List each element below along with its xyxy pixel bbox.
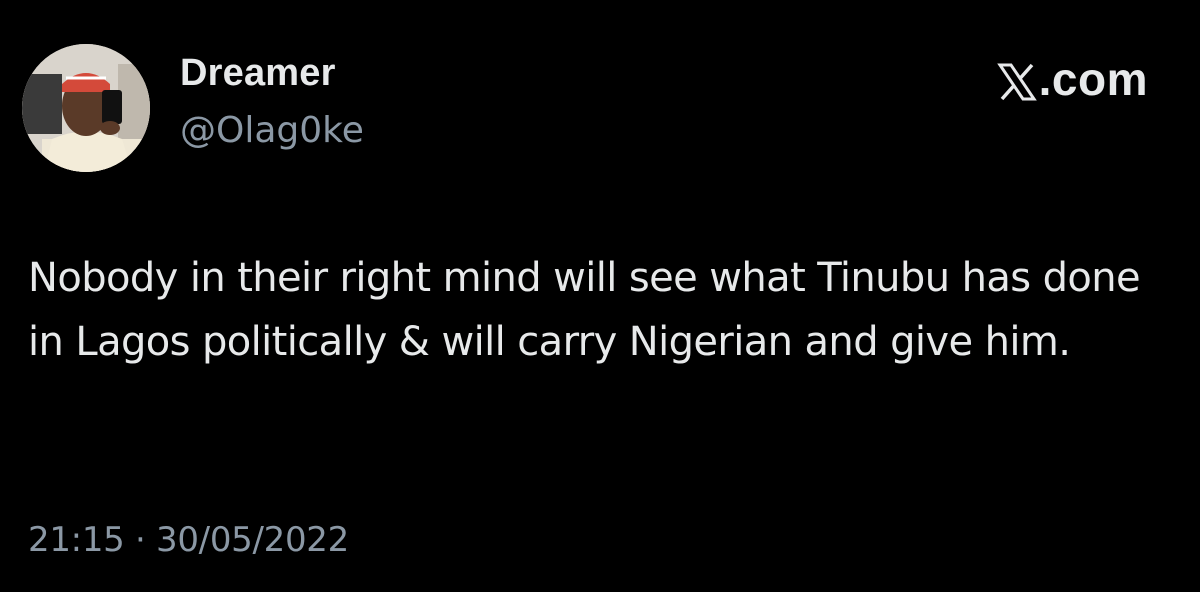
tweet-card: Dreamer @Olag0ke .com Nobody in their ri… xyxy=(0,0,1200,592)
tweet-text: Nobody in their right mind will see what… xyxy=(28,255,1141,365)
display-name[interactable]: Dreamer xyxy=(180,52,336,95)
source-text: .com xyxy=(1038,53,1148,105)
user-handle[interactable]: @Olag0ke xyxy=(180,110,364,151)
avatar-photo-icon xyxy=(22,44,150,172)
tweet-timestamp[interactable]: 21:15 · 30/05/2022 xyxy=(28,520,349,560)
source-label: .com xyxy=(996,52,1148,106)
avatar[interactable] xyxy=(22,44,150,172)
x-logo-icon xyxy=(996,59,1037,101)
